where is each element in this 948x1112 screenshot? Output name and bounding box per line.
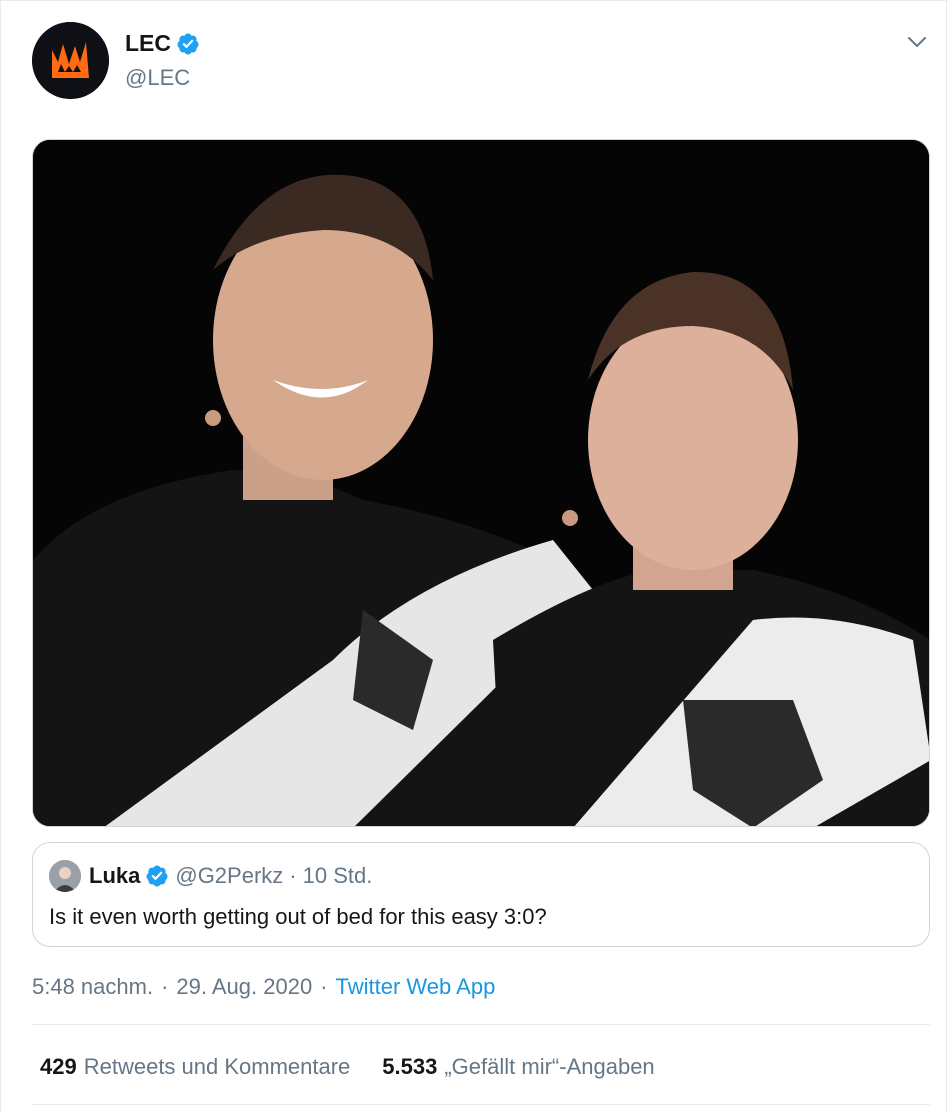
chevron-down-icon[interactable] bbox=[904, 29, 930, 55]
tweet-source-link[interactable]: Twitter Web App bbox=[336, 974, 496, 1000]
likes-label: „Gefällt mir“-Angaben bbox=[444, 1054, 655, 1079]
lec-logo-icon bbox=[32, 22, 109, 99]
likes-stat[interactable]: 5.533 „Gefällt mir“-Angaben bbox=[382, 1054, 654, 1080]
tweet-photo[interactable] bbox=[32, 139, 930, 827]
separator-dot: · bbox=[320, 974, 328, 999]
verified-badge-icon bbox=[146, 865, 168, 887]
quoted-tweet[interactable]: Luka @G2Perkz · 10 Std. Is it even worth… bbox=[32, 842, 930, 947]
user-avatar-icon bbox=[49, 860, 81, 892]
divider bbox=[32, 1024, 930, 1025]
photo-two-players-icon bbox=[33, 140, 929, 826]
author-display-name[interactable]: LEC bbox=[125, 30, 171, 57]
quoted-tweet-text: Is it even worth getting out of bed for … bbox=[49, 904, 547, 929]
quoted-author-avatar bbox=[49, 860, 81, 892]
retweets-stat[interactable]: 429 Retweets und Kommentare bbox=[40, 1054, 350, 1080]
separator-dot: · bbox=[161, 974, 169, 999]
author-handle[interactable]: @LEC bbox=[125, 65, 190, 91]
quoted-tweet-header: Luka @G2Perkz · 10 Std. bbox=[89, 863, 372, 889]
tweet-time[interactable]: 5:48 nachm. bbox=[32, 974, 153, 1000]
tweet-date[interactable]: 29. Aug. 2020 bbox=[176, 974, 312, 1000]
verified-badge-icon bbox=[177, 33, 199, 54]
retweets-label: Retweets und Kommentare bbox=[83, 1054, 351, 1079]
likes-count: 5.533 bbox=[382, 1054, 438, 1079]
author-avatar[interactable] bbox=[32, 22, 109, 99]
separator-dot: · bbox=[289, 863, 297, 888]
quoted-display-name: Luka bbox=[89, 863, 141, 888]
tweet-card: LEC @LEC Luka @G2Perkz · 10 Std. Is it e… bbox=[0, 0, 947, 1112]
retweets-count: 429 bbox=[40, 1054, 77, 1079]
author-name-row[interactable]: LEC bbox=[125, 30, 200, 57]
divider bbox=[32, 1104, 930, 1105]
quoted-handle: @G2Perkz bbox=[175, 863, 284, 888]
tweet-meta: 5:48 nachm. · 29. Aug. 2020 · Twitter We… bbox=[32, 974, 495, 1000]
tweet-stats: 429 Retweets und Kommentare 5.533 „Gefäl… bbox=[40, 1054, 687, 1080]
quoted-timestamp: 10 Std. bbox=[302, 863, 373, 888]
